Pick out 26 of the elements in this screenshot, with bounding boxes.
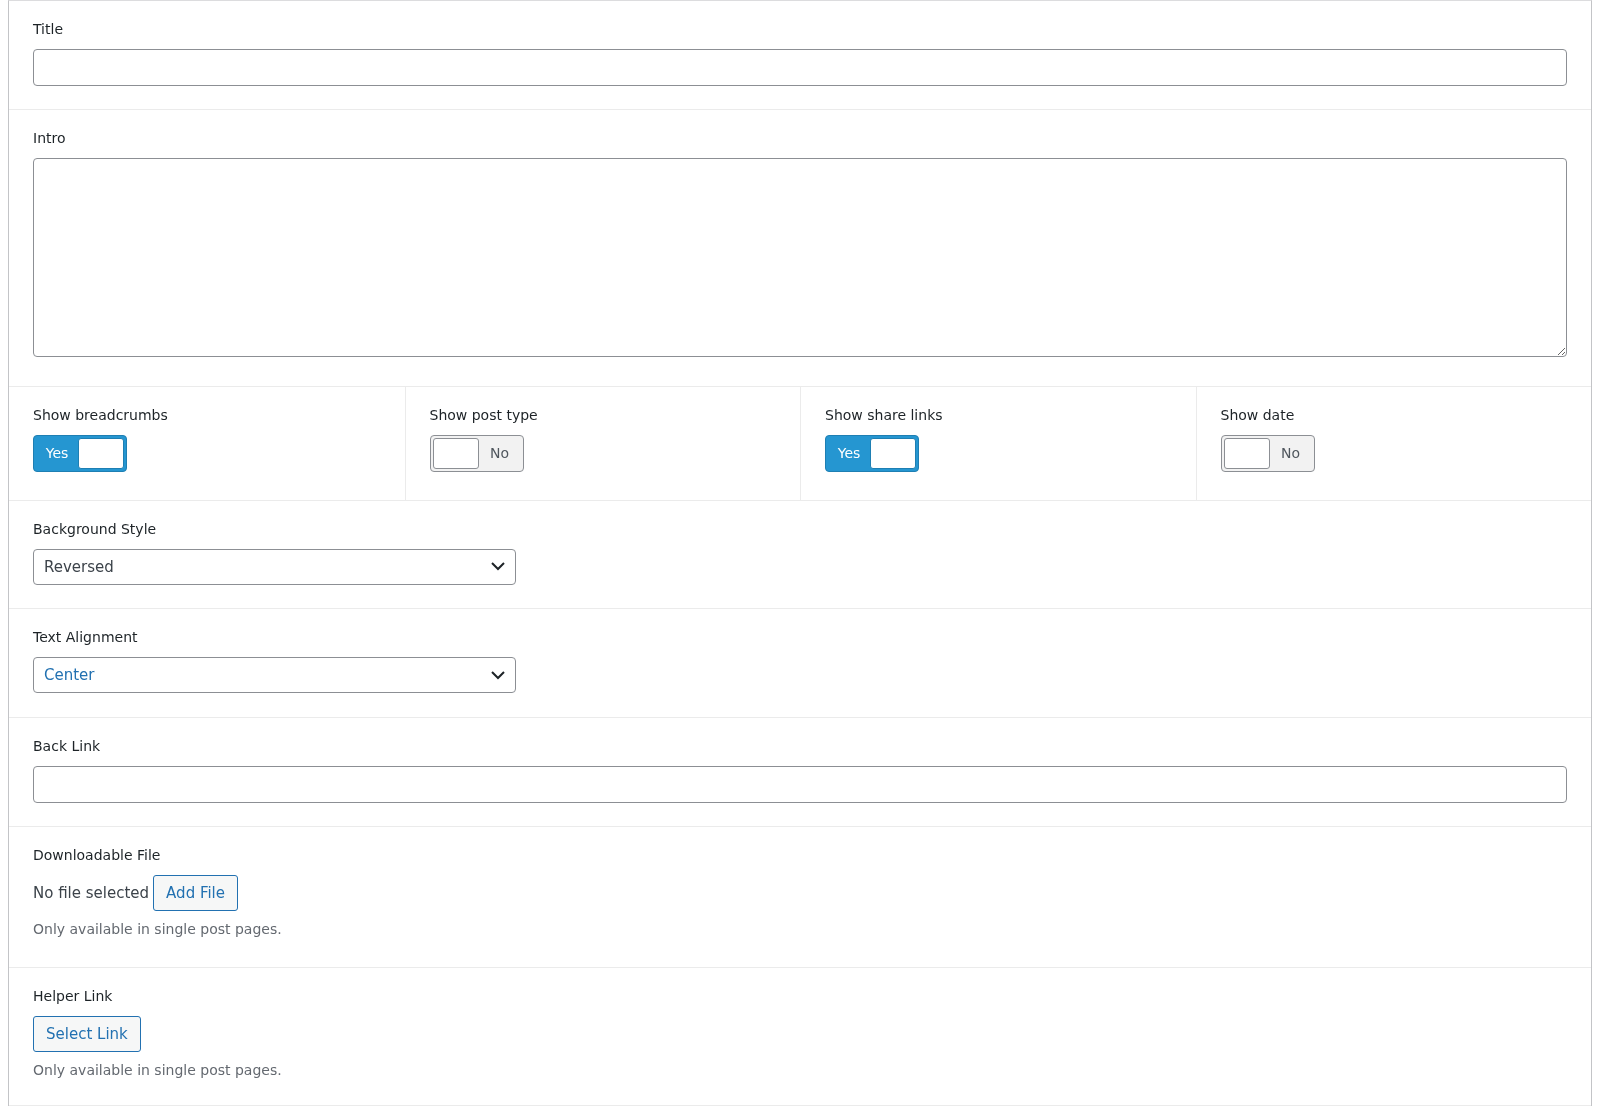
input-field[interactable] <box>33 49 1567 86</box>
toggle-label: Show date <box>1220 406 1296 423</box>
chevron-down-icon <box>491 562 505 571</box>
field-label: Back Link <box>33 738 102 755</box>
select-link-button[interactable]: Select Link <box>33 1016 141 1053</box>
toggle-label: Show share links <box>825 406 944 423</box>
help-text: Only available in single post pages. <box>33 921 283 938</box>
toggle-label: Show breadcrumbs <box>33 406 169 423</box>
field-label: Helper Link <box>33 988 114 1005</box>
field-label: Title <box>33 21 64 37</box>
input-field[interactable] <box>33 766 1567 804</box>
toggle-label: Show post type <box>429 406 539 423</box>
help-text: Only available in single post pages. <box>33 1062 283 1079</box>
toggle-switch[interactable]: No <box>429 434 524 472</box>
field-label: Text Alignment <box>33 629 139 646</box>
chevron-down-icon <box>491 670 505 680</box>
toggle-switch[interactable]: No <box>1220 434 1315 472</box>
field-label: Intro <box>33 129 67 146</box>
field-label: Background Style <box>33 520 158 537</box>
field-label: Downloadable File <box>33 847 162 864</box>
dropdown[interactable]: Reversed <box>33 548 516 585</box>
add-file-button[interactable]: Add File <box>153 875 239 912</box>
dropdown[interactable]: Center <box>33 657 516 694</box>
toggle-switch[interactable]: Yes <box>33 434 127 472</box>
file-status: No file selected <box>33 884 150 903</box>
toggle-switch[interactable]: Yes <box>825 434 919 472</box>
